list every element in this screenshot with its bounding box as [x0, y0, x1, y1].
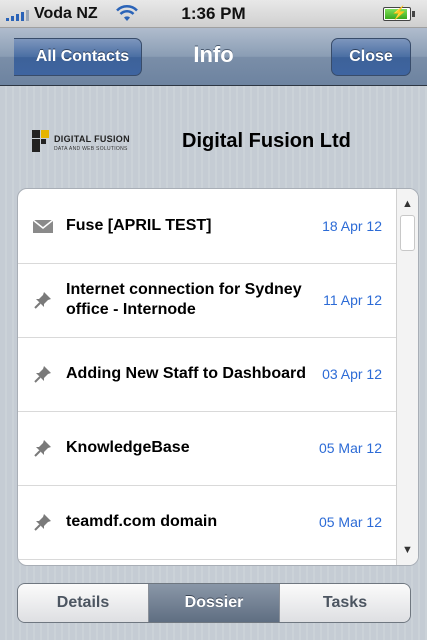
list-scrollbar[interactable]: ▲ ▼ — [396, 189, 418, 565]
pin-icon — [34, 366, 51, 383]
item-date: 05 Mar 12 — [318, 514, 382, 530]
dossier-list[interactable]: Fuse [APRIL TEST] 18 Apr 12 Internet con… — [17, 188, 419, 566]
pin-icon — [34, 292, 51, 309]
item-title: teamdf.com domain — [66, 513, 218, 530]
status-time: 1:36 PM — [181, 4, 246, 23]
item-date: 03 Apr 12 — [322, 366, 382, 382]
scroll-down-arrow-icon[interactable]: ▼ — [397, 539, 418, 561]
item-title: Fuse [APRIL TEST] — [66, 217, 212, 234]
tab-bar: Details Dossier Tasks — [17, 583, 411, 623]
tab-tasks[interactable]: Tasks — [280, 584, 410, 622]
battery-charging-icon: ⚡ — [383, 5, 411, 21]
list-item[interactable]: Adding New Staff to Dashboard 03 Apr 12 — [18, 337, 398, 412]
item-date: 11 Apr 12 — [323, 292, 382, 308]
list-item[interactable]: Fuse [APRIL TEST] 18 Apr 12 — [18, 189, 398, 264]
company-name: Digital Fusion Ltd — [182, 130, 351, 152]
charging-bolt-icon: ⚡ — [391, 5, 408, 20]
company-logo: DIGITAL FUSION DATA AND WEB SOLUTIONS — [32, 128, 152, 158]
battery-tip — [412, 11, 415, 17]
scroll-up-arrow-icon[interactable]: ▲ — [397, 193, 418, 215]
logo-text: DIGITAL FUSION — [54, 134, 130, 144]
tab-dossier[interactable]: Dossier — [149, 584, 280, 622]
list-item[interactable]: Internet connection for Sydney office - … — [18, 263, 398, 338]
list-item[interactable]: teamdf.com domain 05 Mar 12 — [18, 485, 398, 560]
tab-details[interactable]: Details — [18, 584, 149, 622]
status-bar: Voda NZ 1:36 PM ⚡ — [0, 0, 427, 28]
logo-subtext: DATA AND WEB SOLUTIONS — [54, 146, 128, 152]
item-title: Internet connection for Sydney office - … — [66, 281, 302, 318]
item-title: KnowledgeBase — [66, 439, 190, 456]
list-item[interactable]: KnowledgeBase 05 Mar 12 — [18, 411, 398, 486]
pin-icon — [34, 440, 51, 457]
navigation-bar: All Contacts Info Close — [0, 28, 427, 86]
mail-icon — [32, 219, 54, 233]
item-date: 18 Apr 12 — [322, 218, 382, 234]
logo-mark-icon — [32, 130, 50, 152]
close-button[interactable]: Close — [331, 38, 411, 76]
scroll-thumb[interactable] — [400, 215, 415, 251]
item-title: Adding New Staff to Dashboard — [66, 365, 306, 382]
item-date: 05 Mar 12 — [318, 440, 382, 456]
pin-icon — [34, 514, 51, 531]
